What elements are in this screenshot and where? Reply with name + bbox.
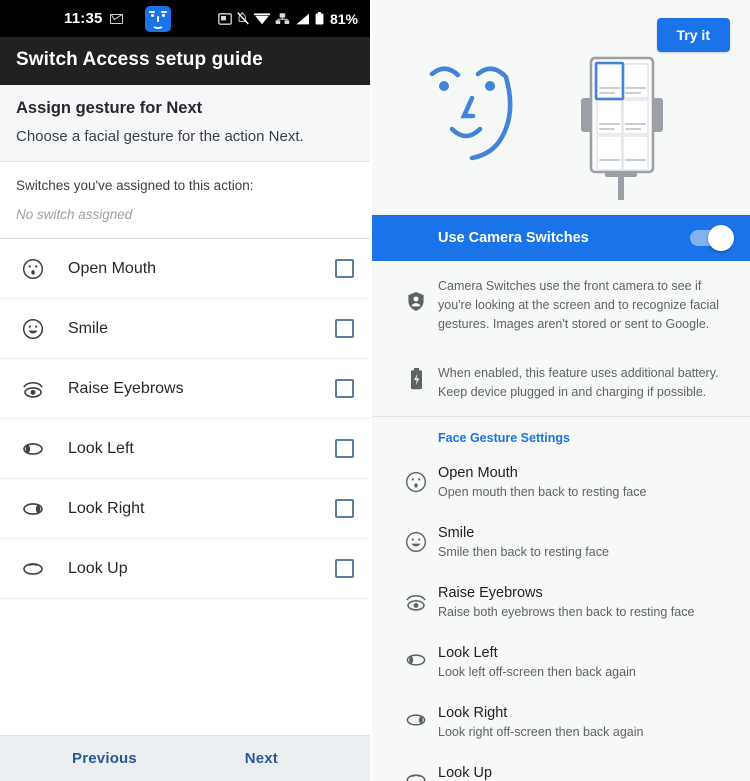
fg-title: Look Left bbox=[438, 645, 498, 661]
message-icon bbox=[109, 13, 123, 24]
fg-subtitle: Smile then back to resting face bbox=[438, 545, 609, 559]
app-bar: Switch Access setup guide bbox=[0, 37, 370, 85]
assigned-switches-label: Switches you've assigned to this action: bbox=[16, 178, 254, 193]
wifi-icon bbox=[253, 12, 270, 25]
gesture-row-look-up[interactable]: Look Up bbox=[0, 539, 370, 599]
fg-row-smile[interactable]: Smile Smile then back to resting face bbox=[372, 513, 750, 573]
fg-text: Look Left Look left off-screen then back… bbox=[438, 642, 636, 679]
gesture-label: Look Left bbox=[68, 439, 134, 457]
fg-row-look-right[interactable]: Look Right Look right off-screen then ba… bbox=[372, 693, 750, 753]
fg-title: Open Mouth bbox=[438, 465, 518, 481]
fg-title: Smile bbox=[438, 525, 475, 541]
face-gesture-settings-list: Open Mouth Open mouth then back to resti… bbox=[372, 453, 750, 781]
section-subtitle: Choose a facial gesture for the action N… bbox=[16, 128, 304, 145]
notifications-muted-icon bbox=[237, 12, 249, 25]
vpn-icon bbox=[275, 12, 290, 25]
smile-face-icon bbox=[394, 522, 438, 553]
face-outline-illustration bbox=[420, 52, 540, 187]
hero-illustration-area: Try it bbox=[372, 0, 750, 215]
cell-signal-icon bbox=[295, 13, 310, 25]
status-bar-clock: 11:35 bbox=[64, 10, 103, 27]
gesture-row-look-right[interactable]: Look Right bbox=[0, 479, 370, 539]
camera-switches-info-block: Camera Switches use the front camera to … bbox=[372, 261, 750, 417]
face-gesture-settings-header: Face Gesture Settings bbox=[372, 417, 750, 453]
fg-row-look-left[interactable]: Look Left Look left off-screen then back… bbox=[372, 633, 750, 693]
look-up-eye-icon bbox=[394, 762, 438, 781]
look-right-eye-icon bbox=[394, 702, 438, 729]
fg-row-look-up[interactable]: Look Up bbox=[372, 753, 750, 781]
gesture-label: Look Up bbox=[68, 559, 128, 577]
battery-percent-label: 81% bbox=[329, 10, 358, 27]
look-left-eye-icon bbox=[394, 642, 438, 669]
fg-title: Look Right bbox=[438, 705, 508, 721]
fg-text: Raise Eyebrows Raise both eyebrows then … bbox=[438, 582, 694, 619]
fg-title: Look Up bbox=[438, 765, 493, 781]
section-title: Assign gesture for Next bbox=[16, 99, 203, 117]
gesture-checkbox[interactable] bbox=[335, 379, 354, 398]
left-phone-screen: 11:35 81% Switch Access setup guide Assi… bbox=[0, 0, 370, 781]
setup-wizard-navbar: Previous Next bbox=[0, 735, 370, 781]
fg-subtitle: Look right off-screen then back again bbox=[438, 725, 644, 739]
gesture-row-smile[interactable]: Smile bbox=[0, 299, 370, 359]
look-left-eye-icon bbox=[18, 440, 48, 458]
privacy-shield-icon bbox=[394, 277, 438, 334]
gesture-checkbox[interactable] bbox=[335, 499, 354, 518]
gesture-checkbox[interactable] bbox=[335, 439, 354, 458]
gesture-option-list: Open Mouth Smile Raise Eyebrows Look Lef… bbox=[0, 239, 370, 735]
gesture-checkbox[interactable] bbox=[335, 559, 354, 578]
fg-subtitle: Open mouth then back to resting face bbox=[438, 485, 647, 499]
fg-title: Raise Eyebrows bbox=[438, 585, 543, 601]
gesture-label: Look Right bbox=[68, 499, 145, 517]
status-bar-icons: 81% bbox=[218, 11, 358, 27]
try-it-button[interactable]: Try it bbox=[656, 18, 730, 52]
fg-text: Look Right Look right off-screen then ba… bbox=[438, 702, 643, 739]
info-row-battery: When enabled, this feature uses addition… bbox=[372, 348, 750, 416]
smile-face-icon bbox=[18, 318, 48, 340]
use-camera-switches-label: Use Camera Switches bbox=[438, 230, 589, 246]
fg-text: Look Up bbox=[438, 762, 492, 781]
gesture-label: Smile bbox=[68, 319, 109, 337]
use-camera-switches-switch[interactable] bbox=[690, 225, 734, 251]
phone-on-tripod-illustration bbox=[567, 50, 677, 205]
page-title: Switch Access setup guide bbox=[16, 49, 263, 70]
fg-subtitle: Raise both eyebrows then back to resting… bbox=[438, 605, 695, 619]
battery-charging-icon bbox=[394, 364, 438, 402]
switch-knob bbox=[708, 225, 734, 251]
look-right-eye-icon bbox=[18, 500, 48, 518]
fg-row-raise-eyebrows[interactable]: Raise Eyebrows Raise both eyebrows then … bbox=[372, 573, 750, 633]
fg-subtitle: Look left off-screen then back again bbox=[438, 665, 636, 679]
raise-eyebrows-icon bbox=[18, 378, 48, 400]
open-mouth-face-icon bbox=[394, 462, 438, 493]
gesture-label: Raise Eyebrows bbox=[68, 379, 184, 397]
gesture-row-look-left[interactable]: Look Left bbox=[0, 419, 370, 479]
assigned-switches-box: Switches you've assigned to this action:… bbox=[0, 162, 370, 239]
assigned-switches-value: No switch assigned bbox=[16, 207, 133, 222]
dual-screenshot-container: 11:35 81% Switch Access setup guide Assi… bbox=[0, 0, 750, 781]
fg-row-open-mouth[interactable]: Open Mouth Open mouth then back to resti… bbox=[372, 453, 750, 513]
raise-eyebrows-icon bbox=[394, 582, 438, 613]
fg-text: Smile Smile then back to resting face bbox=[438, 522, 609, 559]
assign-gesture-section-header: Assign gesture for Next Choose a facial … bbox=[0, 85, 370, 162]
info-row-privacy: Camera Switches use the front camera to … bbox=[372, 261, 750, 348]
screenshot-icon bbox=[218, 12, 232, 25]
right-phone-screen: Try it Use Camera Switches Camera Switch… bbox=[370, 0, 750, 781]
battery-icon bbox=[315, 12, 324, 25]
open-mouth-face-icon bbox=[18, 258, 48, 280]
gesture-checkbox[interactable] bbox=[335, 319, 354, 338]
look-up-eye-icon bbox=[18, 560, 48, 578]
use-camera-switches-toggle-row[interactable]: Use Camera Switches bbox=[372, 215, 750, 261]
previous-button[interactable]: Previous bbox=[72, 750, 137, 767]
fg-text: Open Mouth Open mouth then back to resti… bbox=[438, 462, 646, 499]
status-bar: 11:35 81% bbox=[0, 0, 370, 37]
gesture-row-raise-eyebrows[interactable]: Raise Eyebrows bbox=[0, 359, 370, 419]
next-button[interactable]: Next bbox=[245, 750, 278, 767]
info-text-battery: When enabled, this feature uses addition… bbox=[438, 366, 719, 399]
gesture-label: Open Mouth bbox=[68, 259, 157, 277]
gesture-row-open-mouth[interactable]: Open Mouth bbox=[0, 239, 370, 299]
gesture-checkbox[interactable] bbox=[335, 259, 354, 278]
info-text-privacy: Camera Switches use the front camera to … bbox=[438, 279, 720, 331]
camera-switches-face-icon bbox=[144, 5, 171, 32]
